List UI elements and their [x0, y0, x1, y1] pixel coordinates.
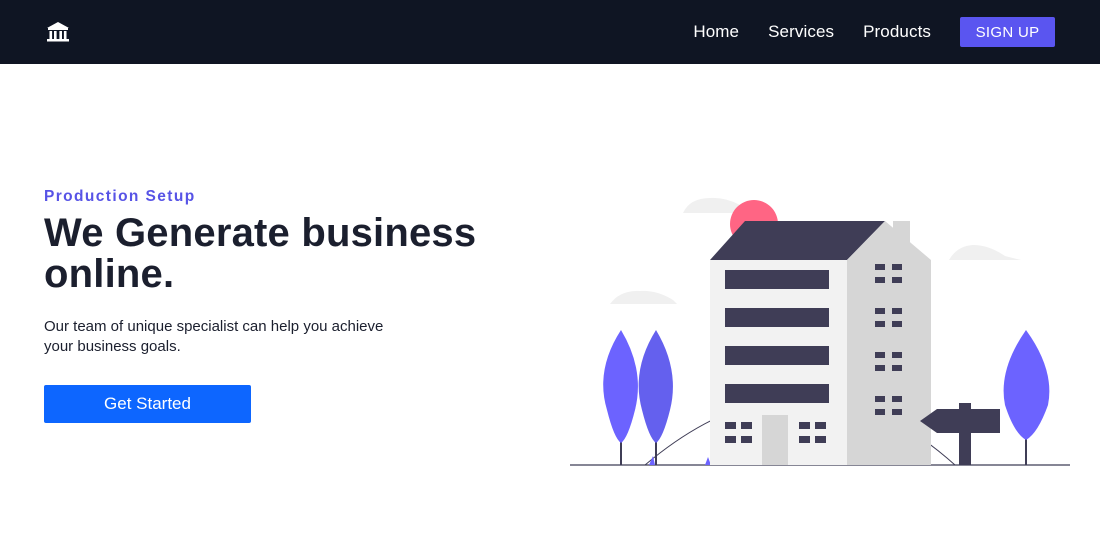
- hero-subtext: Our team of unique specialist can help y…: [44, 317, 424, 357]
- hero-headline: We Generate business online.: [44, 213, 544, 295]
- hero-headline-line1: We Generate business: [44, 211, 477, 255]
- hero-subtext-line1: Our team of unique specialist can help y…: [44, 318, 384, 335]
- get-started-button[interactable]: Get Started: [44, 385, 251, 423]
- office-building-illustration: [565, 190, 1075, 475]
- nav-link-products[interactable]: Products: [863, 22, 931, 42]
- top-navbar: Home Services Products SIGN UP: [0, 0, 1100, 64]
- signup-button[interactable]: SIGN UP: [960, 17, 1055, 47]
- bank-icon[interactable]: [44, 20, 72, 44]
- nav-links: Home Services Products SIGN UP: [693, 0, 1055, 64]
- hero-subtext-line2: your business goals.: [44, 338, 181, 355]
- hero-text: Production Setup We Generate business on…: [44, 188, 544, 357]
- nav-link-home[interactable]: Home: [693, 22, 739, 42]
- hero-eyebrow: Production Setup: [44, 188, 196, 205]
- hero-headline-line2: online.: [44, 252, 175, 296]
- nav-link-services[interactable]: Services: [768, 22, 834, 42]
